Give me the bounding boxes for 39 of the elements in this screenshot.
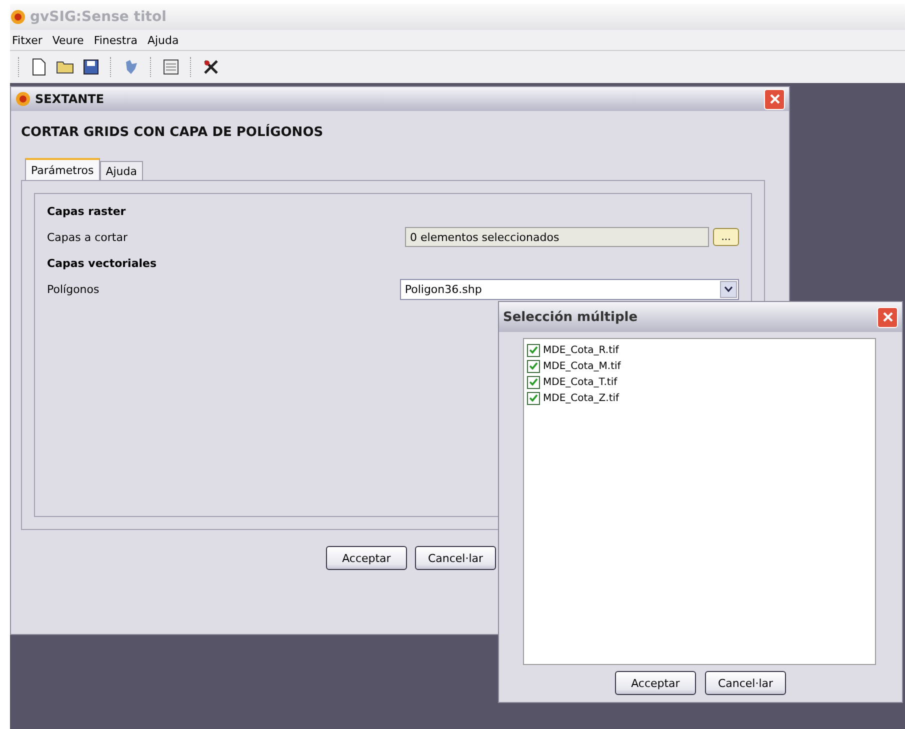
browse-button[interactable]: ... [713,228,739,246]
dropdown-caret-icon[interactable] [720,280,737,298]
checkbox[interactable] [527,392,540,404]
checkbox[interactable] [527,360,540,372]
window-title: SEXTANTE [35,92,106,106]
menu-item[interactable]: Ajuda [147,34,179,46]
checkbox[interactable] [527,344,540,356]
dialog-button[interactable]: Cancel·lar [704,671,786,695]
menu-item[interactable]: Fitxer [12,34,42,46]
parameter-label: Capas a cortar [47,230,128,244]
menu-item[interactable]: Finestra [94,34,138,46]
checkbox-label: MDE_Cota_T.tif [543,376,618,388]
parameter-label: Polígonos [47,282,100,296]
close-button[interactable] [764,88,785,110]
window-title: gvSIG:Sense titol [30,9,166,25]
dialog-button[interactable]: Acceptar [326,546,407,570]
tab[interactable]: Parámetros [25,158,100,180]
selection-field: 0 elementos seleccionados [405,227,709,247]
sextante-logo-icon [15,91,31,107]
map-shape-icon [123,59,139,75]
tab[interactable]: Ajuda [100,161,143,180]
algorithm-heading: CORTAR GRIDS CON CAPA DE POLÍGONOS [21,125,324,140]
dialog-button[interactable]: Acceptar [614,671,696,695]
close-button[interactable] [877,306,898,328]
section-heading: Capas raster [47,204,126,218]
checkbox[interactable] [527,376,540,388]
close-icon [882,311,894,323]
layer-dropdown[interactable]: Poligon36.shp [400,278,739,300]
dialog-button[interactable]: Cancel·lar [414,546,496,570]
document-icon [32,58,46,76]
dialog-title: Selección múltiple [503,310,639,324]
checkbox-label: MDE_Cota_M.tif [543,360,621,372]
close-icon [768,93,780,105]
section-heading: Capas vectoriales [47,256,157,270]
checkbox-label: MDE_Cota_Z.tif [543,392,620,404]
folder-icon [56,60,74,74]
checkbox-label: MDE_Cota_R.tif [543,344,619,356]
app-logo-icon [10,9,26,25]
menu-item[interactable]: Veure [52,34,84,46]
